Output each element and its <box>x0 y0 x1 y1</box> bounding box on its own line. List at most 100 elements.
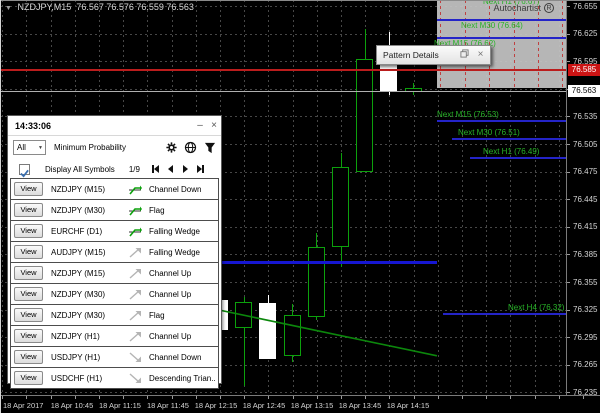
view-button[interactable]: View <box>14 224 43 238</box>
time-label: 18 Apr 13:15 <box>288 401 336 410</box>
time-label: 18 Apr 12:15 <box>192 401 240 410</box>
display-all-checkbox[interactable] <box>19 164 30 175</box>
pattern-row[interactable]: ViewUSDCHF (H1)Descending Trian.. <box>10 367 219 389</box>
pattern-row[interactable]: ViewUSDJPY (H1)Channel Down <box>10 346 219 368</box>
price-label: 76.385 <box>573 250 597 259</box>
first-page-button[interactable] <box>148 163 163 175</box>
price-label: 76.625 <box>573 29 597 38</box>
row-symbol: NZDJPY (M30) <box>51 311 128 320</box>
pattern-row[interactable]: View NZDJPY (M15) Channel Down <box>10 178 219 200</box>
view-button[interactable]: View <box>14 182 43 196</box>
chart-title: ▼ NZDJPY,M15 76.567 76.576 76.559 76.563 <box>5 2 194 12</box>
row-symbol: NZDJPY (M15) <box>51 185 128 194</box>
view-button[interactable]: View <box>14 266 43 280</box>
popup-restore-icon[interactable] <box>458 49 471 61</box>
view-button[interactable]: View <box>14 245 43 259</box>
pattern-row[interactable]: ViewAUDJPY (M15)Falling Wedge <box>10 241 219 263</box>
time-tick <box>583 396 584 399</box>
price-label: 76.325 <box>573 305 597 314</box>
pattern-row[interactable]: View NZDJPY (M30) Channel Up <box>10 283 219 305</box>
window-left-border <box>0 0 1 413</box>
row-pattern-name: Flag <box>149 311 165 320</box>
completed-up-pattern-icon <box>128 204 144 217</box>
mt4-window: Next H1 (76.67)Next M30 (76.64)Next M15 … <box>0 0 600 413</box>
view-button[interactable]: View <box>14 308 43 322</box>
price-tick <box>567 282 570 283</box>
time-tick <box>26 396 27 399</box>
chart-title-arrow-icon: ▼ <box>5 5 12 12</box>
time-label: 18 Apr 11:45 <box>144 401 192 410</box>
time-tick <box>2 396 3 399</box>
autochartist-watermark-text: Autochartist <box>493 3 541 13</box>
price-axis[interactable]: 76.65576.62576.59576.56576.53576.50576.4… <box>566 0 600 395</box>
time-label: 18 Apr 13:45 <box>336 401 384 410</box>
pattern-row[interactable]: ViewNZDJPY (H1)Channel Up <box>10 325 219 347</box>
time-tick <box>293 396 294 399</box>
row-symbol: NZDJPY (M30) <box>51 290 128 299</box>
time-tick <box>510 396 511 399</box>
view-button[interactable]: View <box>14 287 43 301</box>
price-label: 76.415 <box>573 222 597 231</box>
globe-icon[interactable] <box>183 141 198 155</box>
row-pattern-name: Channel Up <box>149 269 191 278</box>
pager <box>148 163 208 175</box>
emerging-up-pattern-icon <box>128 246 144 259</box>
time-axis[interactable]: 18 Apr 201718 Apr 10:4518 Apr 11:1518 Ap… <box>0 395 600 413</box>
chevron-down-icon: ▼ <box>36 145 45 151</box>
panel-controls: All ▼ Minimum Probability <box>8 136 221 159</box>
row-pattern-name: Channel Up <box>149 290 191 299</box>
price-tick <box>567 227 570 228</box>
price-label: 76.355 <box>573 278 597 287</box>
current-price-line <box>0 91 566 92</box>
time-tick <box>75 396 76 399</box>
registered-mark-icon: R <box>544 3 554 13</box>
row-symbol: NZDJPY (M15) <box>51 269 128 278</box>
prev-page-button[interactable] <box>163 163 178 175</box>
pattern-row[interactable]: ViewEURCHF (D1)Falling Wedge <box>10 220 219 242</box>
emerging-up-pattern-icon <box>128 309 144 322</box>
view-button[interactable]: View <box>14 350 43 364</box>
time-tick <box>438 396 439 399</box>
forecast-label: Next M30 (76.51) <box>458 128 520 137</box>
forecast-line <box>437 120 566 122</box>
autochartist-watermark: Autochartist R <box>493 3 554 13</box>
view-button[interactable]: View <box>14 329 43 343</box>
autochartist-panel: 14:33:06 – × All ▼ Minimum Probability <box>7 115 222 384</box>
panel-close-button[interactable]: × <box>207 118 221 134</box>
pattern-row[interactable]: ViewNZDJPY (M30)Flag <box>10 199 219 221</box>
price-label: 76.295 <box>573 333 597 342</box>
emerging-down-pattern-icon <box>128 351 144 364</box>
next-page-button[interactable] <box>178 163 193 175</box>
panel-clock: 14:33:06 <box>8 121 193 131</box>
panel-minimize-button[interactable]: – <box>193 118 207 134</box>
price-label: 76.475 <box>573 167 597 176</box>
probability-filter-select[interactable]: All ▼ <box>13 140 46 155</box>
popup-close-icon[interactable]: × <box>474 49 487 61</box>
view-button[interactable]: View <box>14 371 43 385</box>
last-page-button[interactable] <box>193 163 208 175</box>
probability-filter-label: Minimum Probability <box>54 143 164 152</box>
time-tick <box>341 396 342 399</box>
resistance-price-badge: 76.585 <box>568 64 600 76</box>
forecast-label: Next M30 (76.64) <box>461 21 523 30</box>
price-tick <box>567 254 570 255</box>
row-pattern-name: Channel Down <box>149 353 201 362</box>
period-separator-dash <box>562 0 563 88</box>
forecast-label: Next H4 (76.32) <box>508 303 564 312</box>
pattern-details-popup[interactable]: Pattern Details × <box>376 45 491 65</box>
window-top-border <box>0 0 600 1</box>
pattern-row[interactable]: View NZDJPY (M15) Channel Up <box>10 262 219 284</box>
pattern-row[interactable]: View NZDJPY (M30) Flag <box>10 304 219 326</box>
gear-icon[interactable] <box>164 141 179 155</box>
price-tick <box>567 172 570 173</box>
time-tick <box>414 396 415 399</box>
price-tick <box>567 392 570 393</box>
time-tick <box>123 396 124 399</box>
time-label: 18 Apr 11:15 <box>96 401 144 410</box>
time-label: 18 Apr 12:45 <box>240 401 288 410</box>
row-pattern-name: Channel Down <box>149 185 201 194</box>
panel-titlebar[interactable]: 14:33:06 – × <box>8 116 221 136</box>
filter-funnel-icon[interactable] <box>202 141 217 155</box>
view-button[interactable]: View <box>14 203 43 217</box>
page-indicator: 1/9 <box>129 165 140 174</box>
